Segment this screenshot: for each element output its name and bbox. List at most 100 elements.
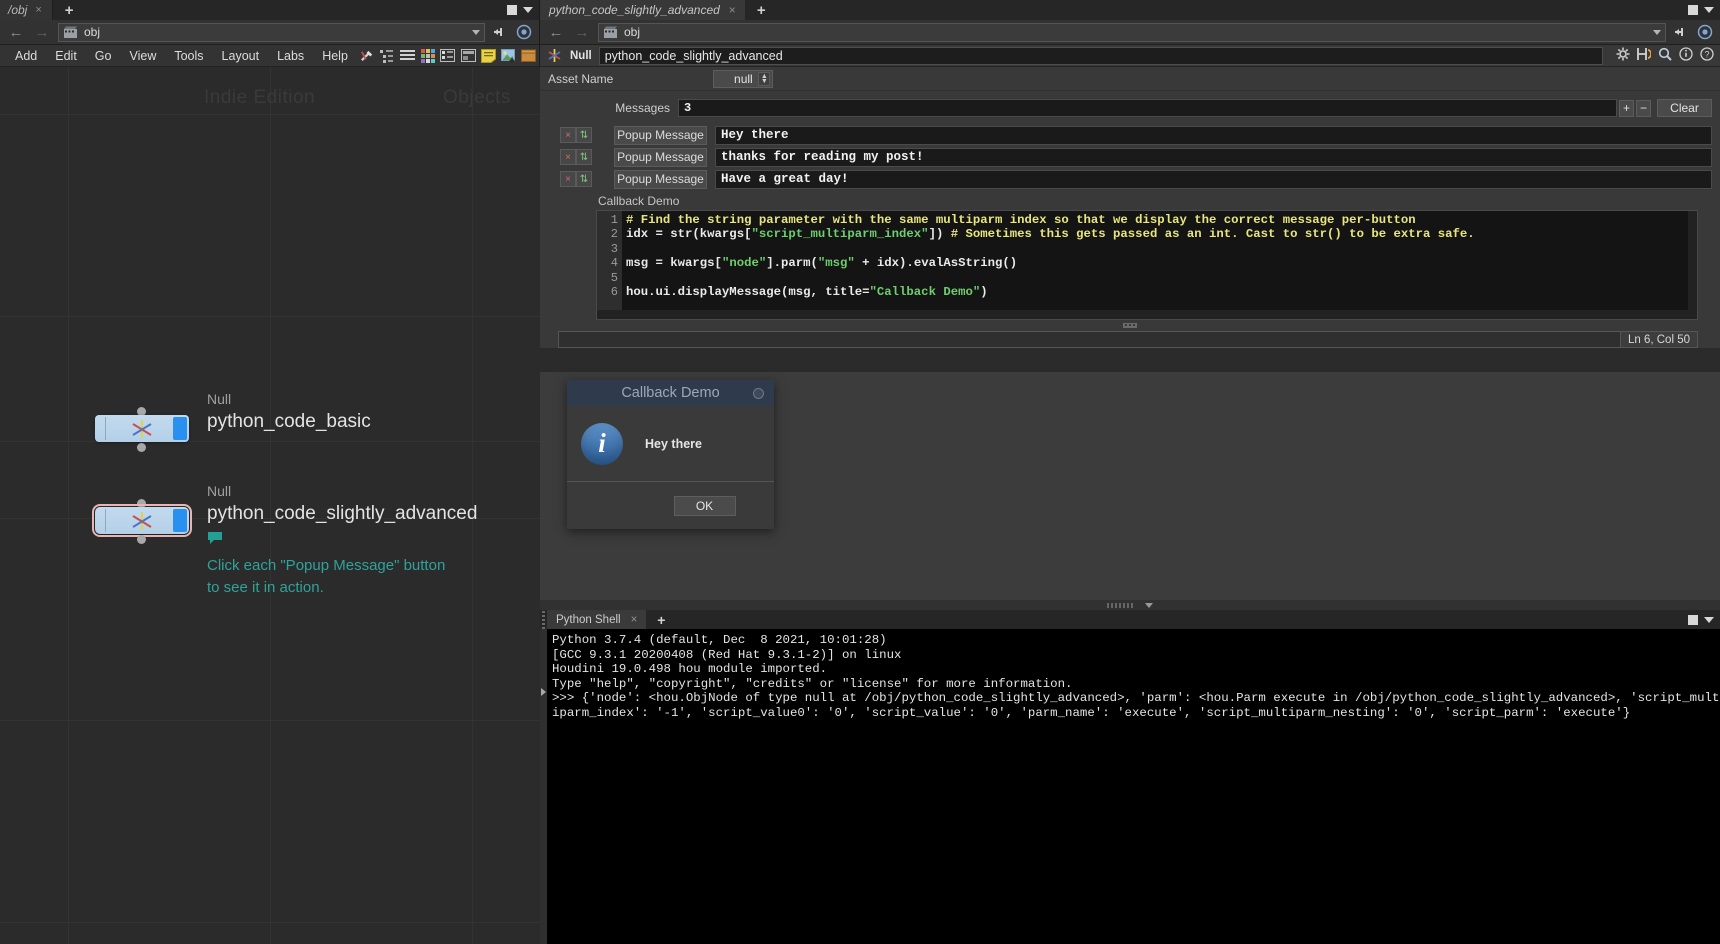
code-editor[interactable]: 123456 # Find the string parameter with …: [596, 210, 1698, 320]
menu-labs[interactable]: Labs: [268, 45, 313, 67]
node-python-code-slightly-advanced[interactable]: Null python_code_slightly_advanced Click…: [92, 483, 477, 596]
notes-icon[interactable]: [480, 47, 496, 65]
node-display-flag[interactable]: [173, 417, 187, 440]
collapse-icon[interactable]: [1145, 602, 1153, 608]
forward-arrow-icon[interactable]: →: [32, 23, 52, 41]
node-output-connector[interactable]: [137, 535, 146, 544]
houdini-logo-icon[interactable]: [1637, 47, 1652, 64]
popup-message-button[interactable]: Popup Message: [614, 169, 707, 189]
node-python-code-basic[interactable]: Null python_code_basic: [95, 391, 371, 452]
ok-button[interactable]: OK: [673, 495, 736, 516]
menu-tools[interactable]: Tools: [165, 45, 212, 67]
chevron-down-icon[interactable]: [1704, 616, 1714, 623]
clear-messages-button[interactable]: Clear: [1657, 99, 1712, 117]
dialog-close-icon[interactable]: [753, 387, 764, 399]
messages-count-input[interactable]: 3: [678, 99, 1617, 117]
viewer-area[interactable]: Callback Demo i Hey there OK: [540, 372, 1720, 600]
node-type-label: Null: [207, 391, 232, 407]
add-message-button[interactable]: +: [1619, 99, 1634, 117]
help-icon[interactable]: ?: [1700, 47, 1714, 64]
tree-view-icon[interactable]: [379, 47, 395, 65]
popup-message-button[interactable]: Popup Message: [614, 125, 707, 145]
maximize-icon[interactable]: [1688, 614, 1698, 625]
stepper-icon[interactable]: ▲ ▼: [758, 71, 771, 86]
add-tab-button[interactable]: +: [745, 0, 778, 20]
close-icon[interactable]: ×: [35, 4, 41, 16]
dialog-titlebar[interactable]: Callback Demo: [567, 380, 774, 406]
add-tab-button[interactable]: +: [53, 0, 86, 20]
add-image-icon[interactable]: [501, 47, 517, 65]
shell-output[interactable]: Python 3.7.4 (default, Dec 8 2021, 10:01…: [547, 629, 1720, 944]
menu-layout[interactable]: Layout: [213, 45, 269, 67]
node-output-connector[interactable]: [137, 443, 146, 452]
tab-python-shell[interactable]: Python Shell ×: [547, 610, 647, 629]
wrench-icon[interactable]: [359, 47, 375, 65]
messages-label: Messages: [615, 101, 670, 115]
search-icon[interactable]: [1658, 47, 1672, 64]
menu-help[interactable]: Help: [313, 45, 357, 67]
network-path-input[interactable]: obj: [58, 22, 485, 42]
close-icon[interactable]: ×: [729, 3, 736, 17]
editor-horizontal-scrollbar[interactable]: [597, 310, 1697, 319]
editor-vertical-scrollbar[interactable]: [1688, 211, 1697, 319]
param-path-input[interactable]: obj: [598, 22, 1666, 42]
panel-layout-icon[interactable]: [460, 47, 476, 65]
parameter-body: Asset Name null ▲ ▼ Messages 3 + − Clear …: [540, 67, 1720, 348]
delete-instance-icon[interactable]: ×: [560, 149, 576, 165]
tab-python-code-slightly-advanced[interactable]: python_code_slightly_advanced ×: [540, 0, 745, 20]
menu-view[interactable]: View: [120, 45, 165, 67]
message-text-input[interactable]: Hey there: [715, 125, 1712, 145]
forward-arrow-icon[interactable]: →: [572, 23, 592, 41]
back-arrow-icon[interactable]: ←: [546, 23, 566, 41]
node-name-label: python_code_slightly_advanced: [207, 503, 478, 524]
pin-icon[interactable]: [491, 23, 509, 41]
delete-instance-icon[interactable]: ×: [560, 127, 576, 143]
back-arrow-icon[interactable]: ←: [6, 23, 26, 41]
callback-demo-label: Callback Demo: [598, 194, 680, 208]
message-text-input[interactable]: thanks for reading my post!: [715, 147, 1712, 167]
box-icon[interactable]: [521, 47, 537, 65]
network-canvas[interactable]: Indie Edition Objects Null python_code_b…: [0, 67, 540, 944]
menu-edit[interactable]: Edit: [46, 45, 86, 67]
editor-resize-grip[interactable]: [1123, 322, 1137, 329]
close-icon[interactable]: ×: [631, 614, 638, 626]
chevron-down-icon[interactable]: [472, 29, 480, 35]
node-body[interactable]: [92, 504, 192, 537]
delete-instance-icon[interactable]: ×: [560, 171, 576, 187]
node-name-input[interactable]: python_code_slightly_advanced: [598, 46, 1603, 65]
panel-splitter[interactable]: [540, 600, 1720, 610]
chevron-down-icon[interactable]: [1653, 29, 1661, 35]
chevron-down-icon[interactable]: [1704, 7, 1714, 13]
maximize-icon[interactable]: [1688, 5, 1698, 15]
menu-go[interactable]: Go: [86, 45, 121, 67]
reorder-instance-icon[interactable]: ⇅: [576, 127, 592, 143]
network-menubar: Add Edit Go View Tools Layout Labs Help: [0, 45, 539, 67]
maximize-icon[interactable]: [507, 5, 517, 15]
list-icon[interactable]: [399, 47, 415, 65]
splitter-grip-icon[interactable]: [1107, 602, 1133, 608]
node-display-flag[interactable]: [173, 509, 187, 532]
table-icon[interactable]: [440, 47, 456, 65]
drag-handle-icon[interactable]: [540, 610, 547, 629]
info-icon[interactable]: [1679, 47, 1693, 64]
comment-bubble-icon[interactable]: [207, 531, 223, 545]
chevron-down-icon[interactable]: [523, 7, 533, 13]
tab-obj[interactable]: /obj ×: [0, 0, 53, 20]
popup-message-button[interactable]: Popup Message: [614, 147, 707, 167]
add-shell-tab-button[interactable]: +: [646, 610, 676, 629]
asset-name-dropdown[interactable]: null ▲ ▼: [713, 69, 774, 88]
pin-icon[interactable]: [1672, 23, 1690, 41]
message-text-input[interactable]: Have a great day!: [715, 169, 1712, 189]
reorder-instance-icon[interactable]: ⇅: [576, 171, 592, 187]
node-body[interactable]: [95, 415, 189, 442]
callback-demo-dialog[interactable]: Callback Demo i Hey there OK: [567, 380, 774, 529]
target-icon[interactable]: [515, 23, 533, 41]
code-text-area[interactable]: # Find the string parameter with the sam…: [622, 211, 1697, 319]
remove-message-button[interactable]: −: [1636, 99, 1651, 117]
gear-icon[interactable]: [1616, 47, 1630, 64]
menu-add[interactable]: Add: [6, 45, 46, 67]
reorder-instance-icon[interactable]: ⇅: [576, 149, 592, 165]
line-number: 6: [610, 285, 618, 300]
target-icon[interactable]: [1696, 23, 1714, 41]
color-grid-icon[interactable]: [420, 47, 436, 65]
